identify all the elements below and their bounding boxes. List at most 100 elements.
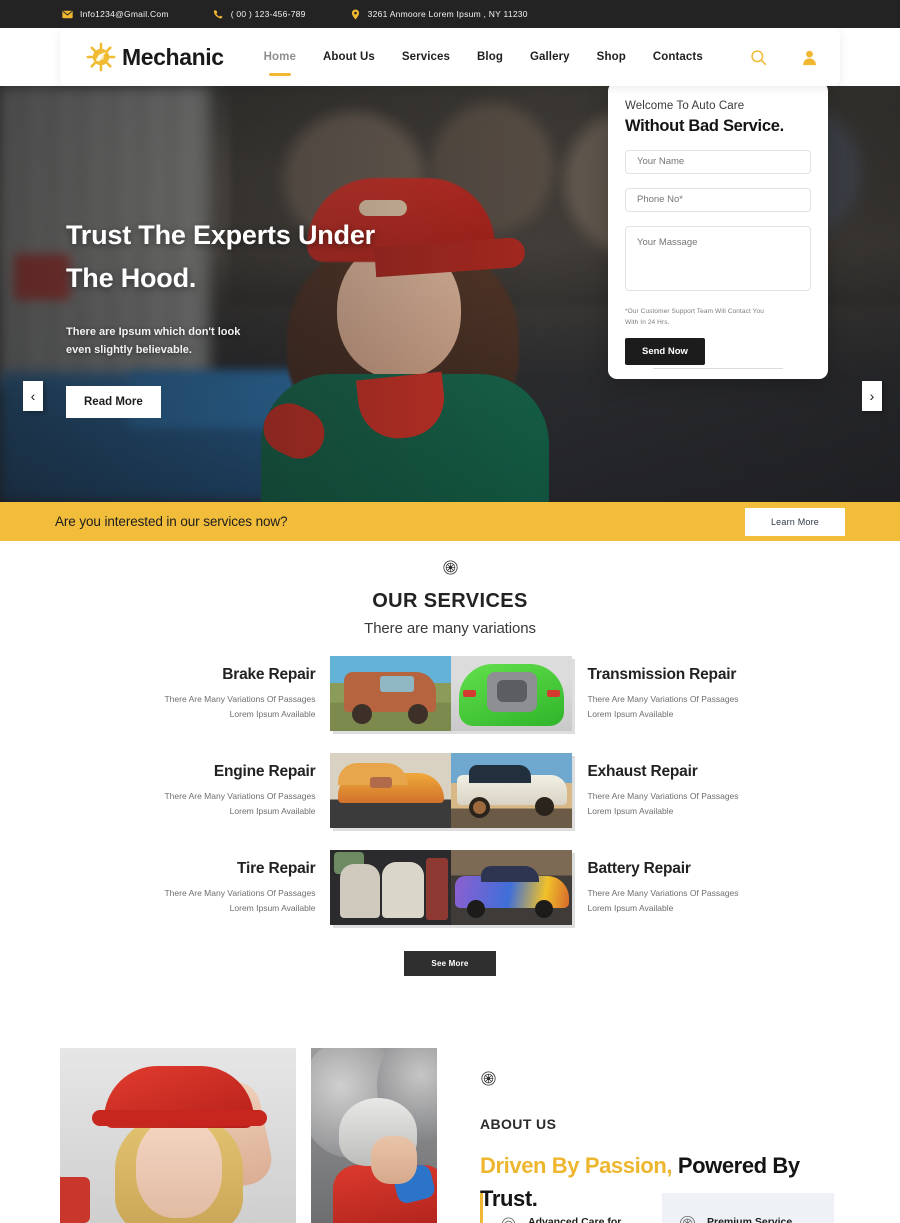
nav-item-services[interactable]: Services — [402, 51, 450, 63]
gear-wheel-icon — [442, 560, 458, 575]
service-item-engine-repair[interactable]: Engine Repair There Are Many Variations … — [75, 763, 330, 819]
form-note-line-1: *Our Customer Support Team Will Contact … — [625, 308, 764, 315]
nav-item-shop[interactable]: Shop — [597, 51, 626, 63]
service-description-line-1: There Are Many Variations Of Passages — [587, 887, 739, 898]
service-item-battery-repair[interactable]: Battery Repair There Are Many Variations… — [573, 860, 826, 916]
see-more-button[interactable]: See More — [404, 951, 496, 976]
hero-subtitle-line-1: There are Ipsum which don't look — [66, 326, 241, 339]
form-note: *Our Customer Support Team Will Contact … — [625, 306, 811, 329]
service-name: Battery Repair — [587, 859, 691, 877]
service-thumbnail-battery-repair[interactable] — [450, 850, 572, 925]
services-header: OUR SERVICES There are many variations — [0, 541, 900, 637]
form-bottom-divider — [653, 368, 783, 369]
gear-wheel-icon — [481, 1071, 496, 1086]
service-item-transmission-repair[interactable]: Transmission Repair There Are Many Varia… — [573, 666, 826, 722]
service-item-brake-repair[interactable]: Brake Repair There Are Many Variations O… — [75, 666, 330, 722]
service-description: There Are Many Variations Of Passages Lo… — [89, 886, 316, 916]
slider-next-arrow[interactable]: › — [862, 381, 882, 411]
service-description: There Are Many Variations Of Passages Lo… — [588, 886, 812, 916]
service-thumbnail-engine-repair[interactable] — [329, 753, 451, 828]
about-headline-accent: Driven By Passion, — [480, 1153, 673, 1178]
header-actions — [750, 49, 818, 66]
mechanic-landing-page: Info1234@Gmail.Com ( 00 ) 123-456-789 32… — [0, 0, 900, 1223]
brand-logo[interactable]: Mechanic — [86, 42, 224, 72]
service-description-line-1: There Are Many Variations Of Passages — [587, 790, 739, 801]
service-item-exhaust-repair[interactable]: Exhaust Repair There Are Many Variations… — [573, 763, 826, 819]
user-account-icon[interactable] — [801, 49, 818, 66]
service-description-line-2: Lorem Ipsum Available — [587, 805, 674, 816]
service-description: There Are Many Variations Of Passages Lo… — [588, 789, 812, 819]
service-description-line-2: Lorem Ipsum Available — [587, 708, 674, 719]
hero-contact-form: Welcome To Auto Care Without Bad Service… — [608, 82, 828, 379]
phone-icon — [213, 9, 223, 18]
services-section: OUR SERVICES There are many variations B… — [0, 541, 900, 976]
topbar-phone[interactable]: ( 00 ) 123-456-789 — [213, 9, 306, 20]
topbar-address[interactable]: 3261 Anmoore Lorem Ipsum , NY 11230 — [350, 9, 528, 20]
topbar-email[interactable]: Info1234@Gmail.Com — [62, 9, 169, 20]
topbar-phone-text: ( 00 ) 123-456-789 — [230, 9, 306, 19]
main-navigation: Home About Us Services Blog Gallery Shop… — [264, 51, 703, 63]
nav-item-blog[interactable]: Blog — [477, 51, 503, 63]
topbar: Info1234@Gmail.Com ( 00 ) 123-456-789 32… — [0, 0, 900, 28]
service-description-line-2: Lorem Ipsum Available — [229, 805, 316, 816]
service-description-line-2: Lorem Ipsum Available — [229, 902, 316, 913]
nav-item-about-us[interactable]: About Us — [323, 51, 375, 63]
search-icon[interactable] — [750, 49, 767, 66]
hero-read-more-button[interactable]: Read More — [66, 385, 161, 418]
name-input[interactable] — [625, 150, 811, 174]
about-headline-rest: Powered By — [672, 1153, 800, 1178]
about-copy: ABOUT US Driven By Passion, Powered By T… — [480, 1052, 880, 1215]
about-image-left — [60, 1048, 296, 1223]
fingerprint-shield-icon — [501, 1216, 516, 1223]
hero-subtitle: There are Ipsum which don't look even sl… — [66, 323, 406, 359]
nav-item-contacts[interactable]: Contacts — [653, 51, 703, 63]
services-grid: Brake Repair There Are Many Variations O… — [0, 656, 900, 925]
see-more-wrapper: See More — [0, 951, 900, 976]
about-image-right — [311, 1048, 437, 1223]
about-feature-premium-service[interactable]: Premium Service, — [662, 1193, 834, 1223]
service-name: Brake Repair — [222, 665, 316, 683]
brand-name: Mechanic — [122, 43, 224, 70]
service-description: There Are Many Variations Of Passages Lo… — [588, 692, 812, 722]
gear-wheel-icon — [679, 1215, 696, 1223]
service-thumbnail-brake-repair[interactable] — [329, 656, 451, 731]
service-description-line-1: There Are Many Variations Of Passages — [164, 887, 316, 898]
phone-input[interactable] — [625, 188, 811, 212]
services-title: OUR SERVICES — [372, 590, 528, 612]
nav-item-home[interactable]: Home — [264, 51, 296, 63]
hero-title-line-2: The Hood. — [66, 262, 197, 293]
service-description-line-1: There Are Many Variations Of Passages — [164, 790, 316, 801]
learn-more-button[interactable]: Learn More — [744, 507, 845, 536]
services-subtitle: There are many variations — [364, 620, 536, 637]
form-kicker: Welcome To Auto Care — [625, 100, 745, 112]
slider-prev-arrow[interactable]: ‹ — [23, 381, 43, 411]
service-thumbnail-transmission-repair[interactable] — [450, 656, 572, 731]
hero-subtitle-line-2: even slightly believable. — [66, 344, 192, 357]
about-feature-label: Premium Service, — [707, 1216, 796, 1223]
topbar-address-text: 3261 Anmoore Lorem Ipsum , NY 11230 — [367, 9, 528, 19]
service-description-line-2: Lorem Ipsum Available — [587, 902, 674, 913]
service-description: There Are Many Variations Of Passages Lo… — [89, 789, 316, 819]
service-name: Exhaust Repair — [587, 762, 698, 780]
hero-title-line-1: Trust The Experts Under — [66, 220, 375, 250]
service-description: There Are Many Variations Of Passages Lo… — [89, 692, 316, 722]
service-thumbnail-exhaust-repair[interactable] — [450, 753, 572, 828]
service-name: Transmission Repair — [587, 665, 737, 683]
about-feature-advanced-care[interactable]: Advanced Care for — [480, 1193, 652, 1223]
form-title: Without Bad Service. — [625, 117, 784, 135]
hero-title: Trust The Experts Under The Hood. — [66, 214, 406, 299]
nav-item-gallery[interactable]: Gallery — [530, 51, 570, 63]
message-textarea[interactable] — [625, 226, 811, 291]
service-description-line-1: There Are Many Variations Of Passages — [164, 693, 316, 704]
about-kicker: ABOUT US — [480, 1116, 557, 1132]
send-now-button[interactable]: Send Now — [625, 337, 705, 365]
service-name: Tire Repair — [237, 859, 316, 877]
envelope-icon — [62, 10, 73, 18]
service-item-tire-repair[interactable]: Tire Repair There Are Many Variations Of… — [75, 860, 330, 916]
service-thumbnail-tire-repair[interactable] — [329, 850, 451, 925]
service-description-line-2: Lorem Ipsum Available — [229, 708, 316, 719]
about-feature-label: Advanced Care for — [528, 1216, 622, 1223]
service-description-line-1: There Are Many Variations Of Passages — [587, 693, 739, 704]
hero-copy: Trust The Experts Under The Hood. There … — [66, 214, 406, 418]
service-name: Engine Repair — [213, 762, 316, 780]
